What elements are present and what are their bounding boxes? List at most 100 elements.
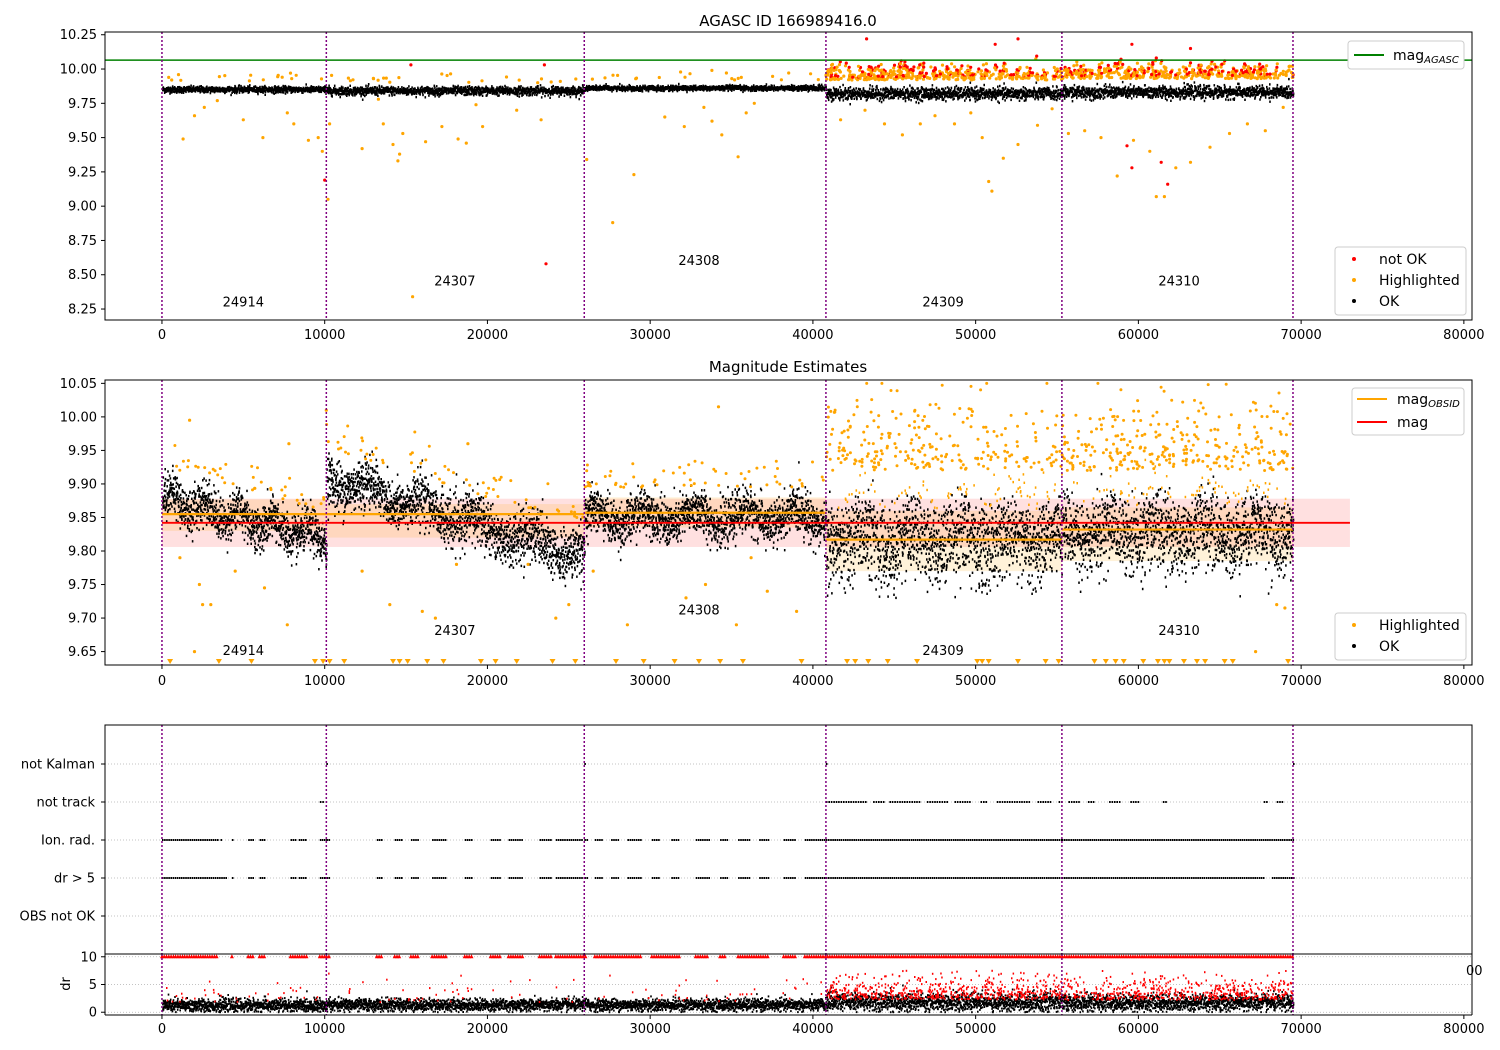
ok-point xyxy=(1002,93,1004,96)
ok-point xyxy=(896,87,899,91)
highlighted-point xyxy=(1055,72,1059,76)
ok-point xyxy=(205,90,207,94)
ok-point xyxy=(238,91,241,94)
not-ok-point xyxy=(993,63,998,67)
highlighted-point xyxy=(915,77,919,82)
highlighted-point xyxy=(1052,65,1056,70)
ok-point xyxy=(1042,98,1045,101)
highlighted-point xyxy=(1003,75,1008,79)
ok-point xyxy=(1052,89,1055,93)
ok-point xyxy=(330,88,333,91)
ok-point xyxy=(855,87,857,90)
ok-point xyxy=(953,92,955,95)
ok-point xyxy=(953,97,955,100)
ok-point xyxy=(977,89,979,92)
ok-point xyxy=(966,89,968,92)
ok-point xyxy=(428,94,430,97)
ok-point xyxy=(1003,88,1005,92)
ok-point xyxy=(678,82,680,86)
highlighted-point xyxy=(539,77,544,81)
ok-point xyxy=(849,86,852,89)
ok-point xyxy=(1021,96,1023,100)
ok-point xyxy=(975,85,978,88)
ok-point xyxy=(575,95,577,99)
highlighted-point xyxy=(280,75,284,79)
ok-point xyxy=(1012,87,1015,91)
ok-point xyxy=(842,83,844,87)
ok-point xyxy=(421,85,423,89)
ok-point xyxy=(864,90,867,93)
highlighted-point xyxy=(590,77,595,81)
ok-point xyxy=(721,84,724,88)
ok-point xyxy=(408,85,410,88)
ok-point xyxy=(1035,81,1038,84)
ok-point xyxy=(847,97,849,100)
ok-point xyxy=(578,97,580,101)
ok-point xyxy=(1018,99,1021,102)
ok-point xyxy=(1025,97,1027,101)
ok-point xyxy=(887,94,890,98)
ok-point xyxy=(965,97,967,100)
ok-point xyxy=(1036,92,1038,96)
highlighted-point xyxy=(739,75,743,79)
ok-point xyxy=(388,94,391,97)
ok-point xyxy=(839,99,841,102)
ok-point xyxy=(544,94,546,98)
ok-point xyxy=(575,88,577,91)
ok-point xyxy=(827,98,830,102)
ok-point xyxy=(935,86,938,90)
ok-point xyxy=(859,88,862,91)
ok-point xyxy=(434,95,436,98)
ok-point xyxy=(569,95,572,99)
highlighted-point xyxy=(683,75,687,79)
not-ok-point xyxy=(867,72,871,76)
ok-point xyxy=(882,98,885,102)
not-ok-point xyxy=(922,61,926,65)
highlighted-point xyxy=(290,77,294,81)
ok-point xyxy=(339,95,341,99)
not-ok-point xyxy=(969,65,973,69)
ok-point xyxy=(933,88,936,92)
ok-point xyxy=(282,91,285,94)
ok-point xyxy=(983,87,985,91)
highlighted-point xyxy=(985,73,989,78)
ok-point xyxy=(1022,86,1025,89)
ok-point xyxy=(516,94,519,97)
highlighted-point xyxy=(1043,78,1047,82)
highlighted-point xyxy=(294,73,298,77)
ok-point xyxy=(331,95,333,98)
ok-point xyxy=(270,91,273,94)
ok-point xyxy=(518,95,521,98)
ok-point xyxy=(310,85,313,88)
ok-point xyxy=(692,89,694,93)
highlighted-point xyxy=(384,76,388,80)
highlighted-point xyxy=(574,77,578,81)
highlighted-point xyxy=(843,64,848,68)
highlighted-point xyxy=(376,78,380,82)
ok-point xyxy=(948,87,950,90)
highlighted-point xyxy=(223,74,227,78)
ok-point xyxy=(540,96,543,99)
ok-point xyxy=(976,95,978,98)
ok-point xyxy=(999,84,1001,88)
highlighted-point xyxy=(1025,65,1029,69)
ok-point xyxy=(921,100,924,103)
ok-point xyxy=(968,88,971,91)
ok-point xyxy=(1004,99,1006,102)
ok-point xyxy=(279,90,282,94)
ok-point xyxy=(800,89,803,92)
ok-point xyxy=(984,95,987,99)
ok-point xyxy=(997,85,999,88)
highlighted-point xyxy=(1016,71,1020,75)
ok-point xyxy=(507,86,509,89)
ok-point xyxy=(879,97,882,101)
ok-point xyxy=(765,83,768,86)
not-ok-point xyxy=(1035,54,1039,58)
ok-point xyxy=(834,96,837,99)
ok-point xyxy=(1009,90,1012,94)
highlighted-point xyxy=(616,73,620,77)
ok-point xyxy=(1024,90,1026,94)
ok-point xyxy=(178,91,180,94)
ok-point xyxy=(904,97,907,100)
ok-point xyxy=(470,93,473,96)
